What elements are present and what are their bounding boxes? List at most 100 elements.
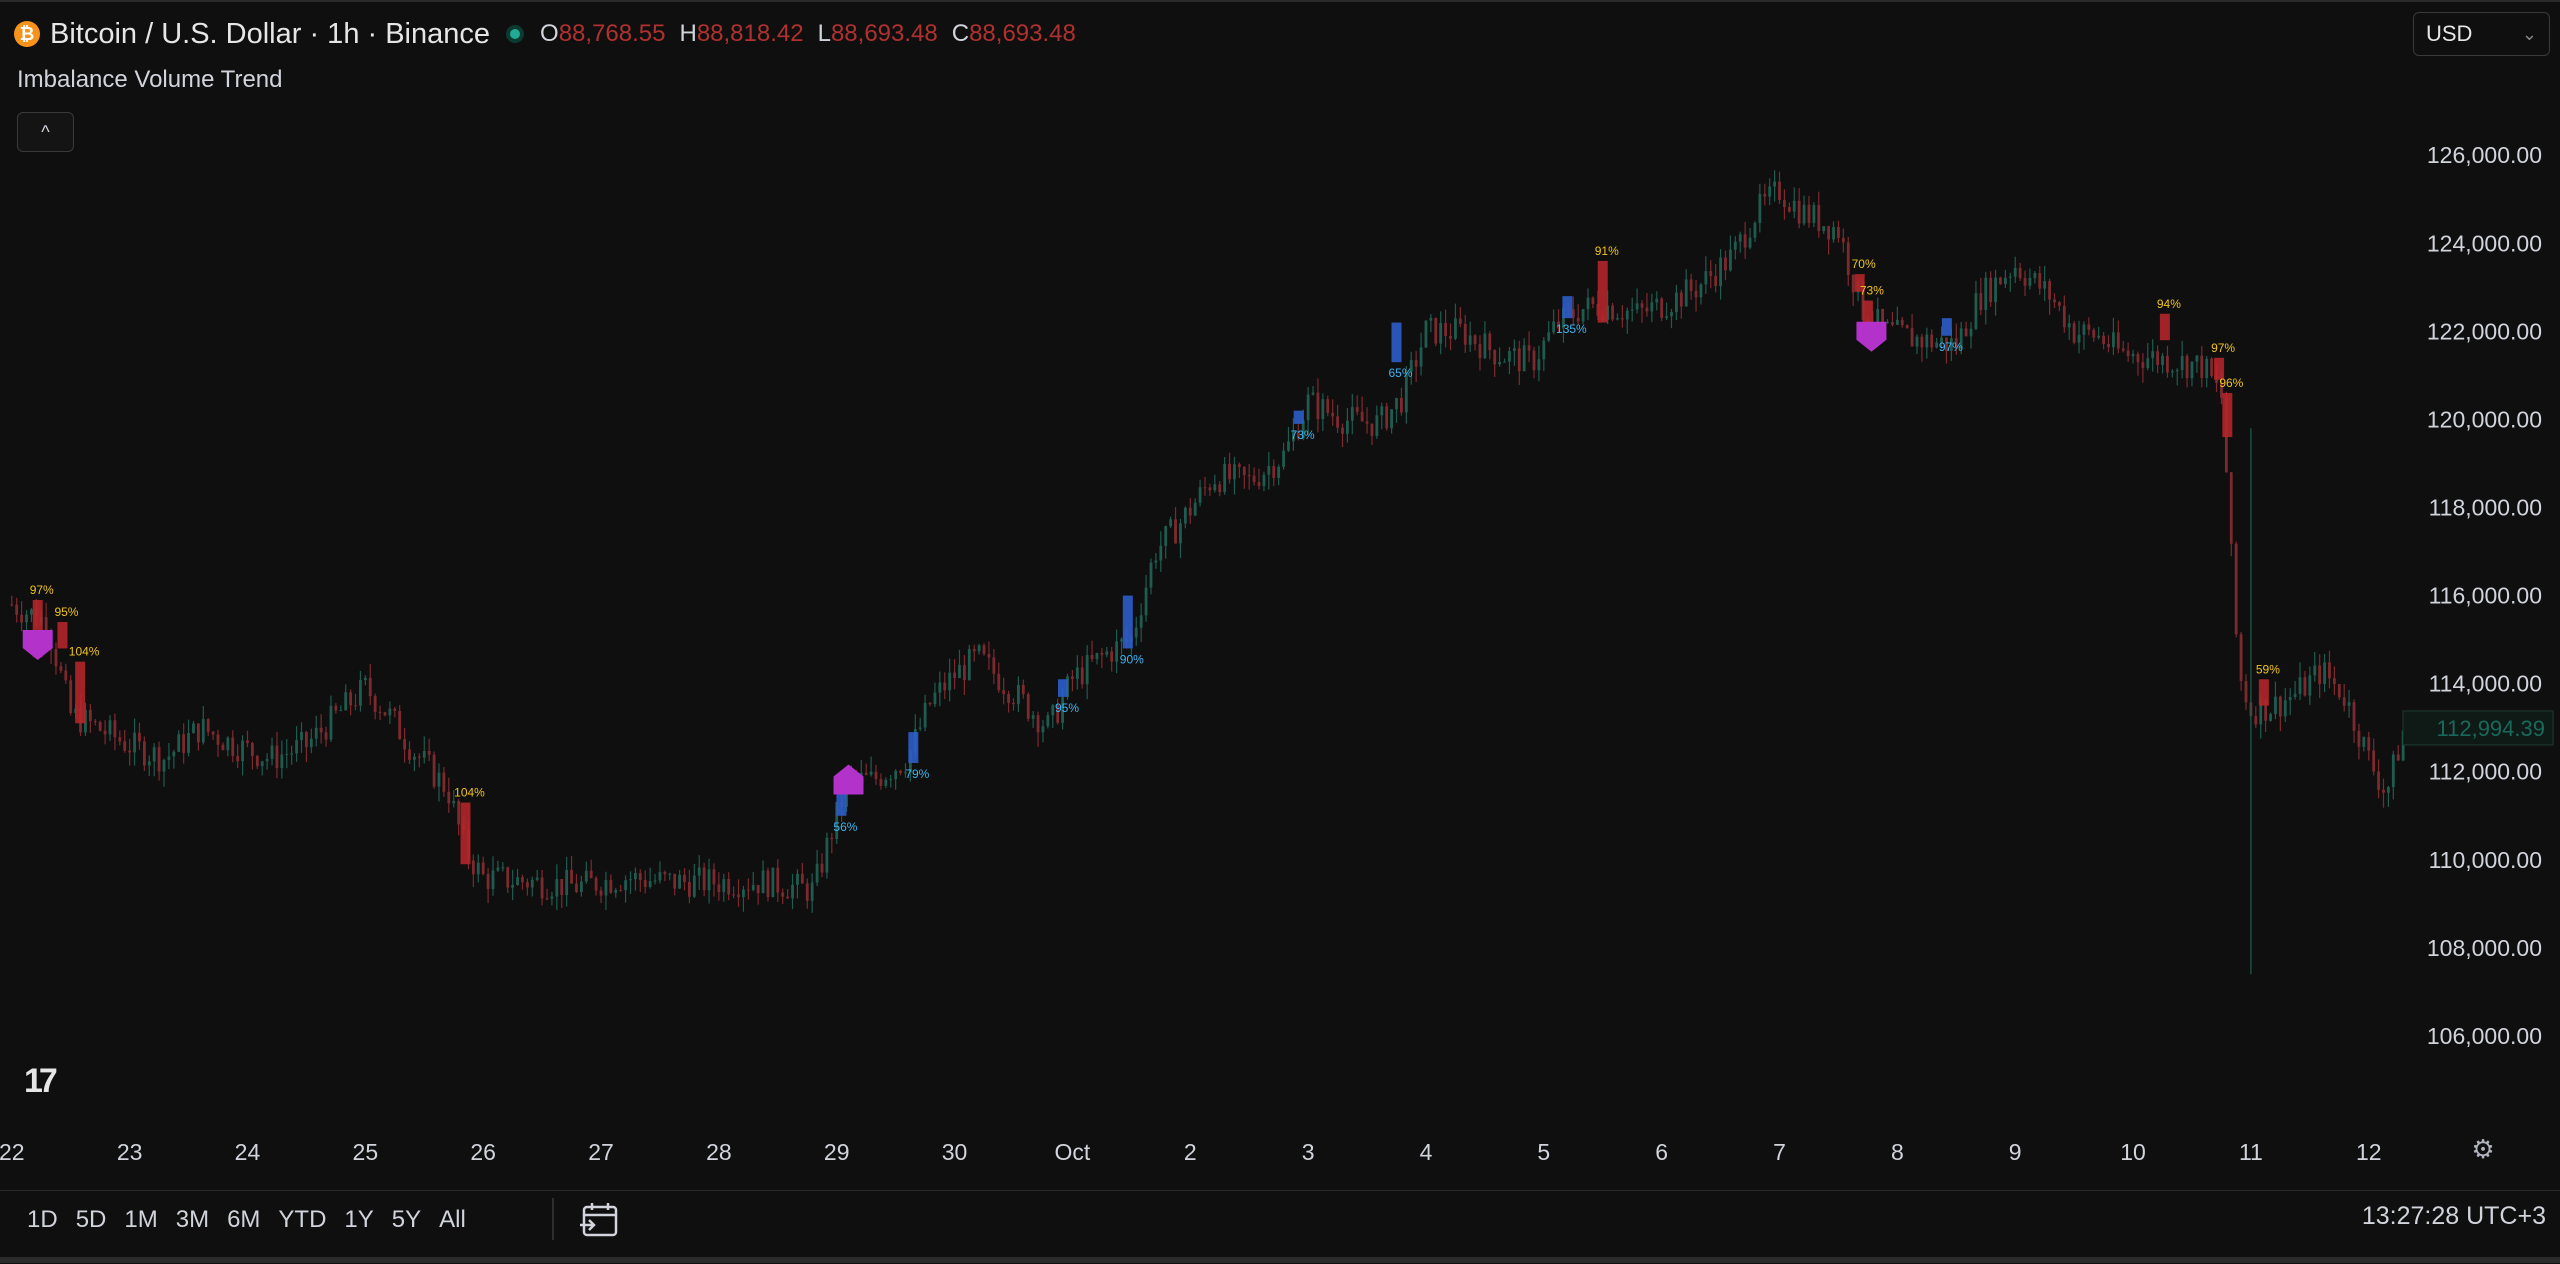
x-tick-label: 7 <box>1773 1139 1786 1165</box>
candle-body <box>1208 487 1212 491</box>
candle-body <box>2048 281 2051 300</box>
candle-body <box>1336 416 1339 428</box>
time-axis: 22 23 24 25 26 27 28 29 30 Oct 2 3 4 5 6 7 8 9 10 11 12 <box>0 1139 2382 1165</box>
candle-body <box>1154 560 1158 563</box>
tradingview-logo[interactable]: 17 <box>24 1062 58 1101</box>
range-1y-button[interactable]: 1Y <box>335 1206 382 1234</box>
candle-body <box>1021 685 1025 695</box>
candle-body <box>830 837 834 840</box>
candle-body <box>2200 355 2204 378</box>
candle-body <box>633 873 637 880</box>
collapse-indicators-button[interactable]: ^ <box>17 112 74 152</box>
candle-body <box>570 869 573 884</box>
candle-body <box>354 705 357 707</box>
candle-body <box>1684 279 1688 307</box>
candle-body <box>1080 667 1084 685</box>
y-tick-label: 112,000.00 <box>2429 759 2542 785</box>
candle-body <box>648 881 652 887</box>
candle-body <box>368 677 372 697</box>
candle-body <box>1439 323 1443 344</box>
clock-timezone[interactable]: 13:27:28 UTC+3 <box>2362 1202 2546 1231</box>
symbol-title[interactable]: Bitcoin / U.S. Dollar · 1h · Binance <box>50 18 490 51</box>
candle-body <box>1458 318 1462 324</box>
currency-select[interactable]: USD ⌄ <box>2413 12 2550 56</box>
y-tick-label: 118,000.00 <box>2429 495 2542 521</box>
candle-body <box>1508 351 1511 362</box>
candle-body <box>810 882 814 901</box>
go-to-date-calendar-icon[interactable] <box>578 1198 622 1242</box>
candle-body <box>1748 237 1752 248</box>
candle-body <box>1881 309 1885 323</box>
candle-body <box>786 896 790 899</box>
candle-body <box>2229 472 2233 544</box>
price-chart[interactable]: 97%95%104%104%56%79%95%90%73%65%135%91%7… <box>0 0 2560 1190</box>
candle-body <box>982 645 986 654</box>
indicator-name[interactable]: Imbalance Volume Trend <box>17 66 283 94</box>
candle-body <box>1100 653 1104 655</box>
candle-body <box>329 705 333 740</box>
signals-layer: 97%95%104%104%56%79%95%90%73%65%135%91%7… <box>30 244 2280 865</box>
candle-body <box>1655 298 1659 303</box>
candle-body <box>560 879 564 896</box>
candle-body <box>1169 519 1173 527</box>
candle-body <box>1527 345 1531 351</box>
candle-body <box>766 870 770 898</box>
y-tick-label: 116,000.00 <box>2429 583 2542 609</box>
settings-gear-icon[interactable]: ⚙ <box>2466 1132 2500 1166</box>
candle-body <box>2112 332 2115 348</box>
candle-body <box>1522 345 1526 372</box>
date-range-buttons: 1D 5D 1M 3M 6M YTD 1Y 5Y All <box>18 1200 475 1240</box>
candle-body <box>918 727 922 729</box>
candle-body <box>1213 484 1217 491</box>
range-ytd-button[interactable]: YTD <box>269 1206 335 1234</box>
candle-body <box>1449 335 1452 339</box>
candle-body <box>923 702 927 728</box>
candle-body <box>201 718 205 743</box>
candle-body <box>1203 487 1207 489</box>
candle-body <box>1537 359 1541 371</box>
bitcoin-icon[interactable]: ₿ <box>14 21 40 47</box>
range-5y-button[interactable]: 5Y <box>383 1206 430 1234</box>
candle-body <box>746 889 750 891</box>
candle-body <box>1395 397 1398 410</box>
candle-body <box>589 870 593 879</box>
candle-body <box>624 880 627 891</box>
candle-body <box>1846 242 1850 276</box>
candle-body <box>545 898 549 900</box>
range-all-button[interactable]: All <box>430 1206 475 1234</box>
candle-body <box>722 879 726 893</box>
candle-body <box>206 718 210 732</box>
candle-body <box>1704 271 1708 285</box>
market-status-icon[interactable] <box>506 25 525 43</box>
candle-body <box>1635 303 1639 310</box>
range-1m-button[interactable]: 1M <box>115 1206 166 1234</box>
candle-body <box>501 867 505 869</box>
candle-body <box>486 874 490 889</box>
range-3m-button[interactable]: 3M <box>167 1206 218 1234</box>
candle-body <box>1007 693 1010 703</box>
range-1d-button[interactable]: 1D <box>18 1206 67 1234</box>
candle-body <box>1581 309 1585 322</box>
currency-label: USD <box>2426 21 2473 46</box>
candle-body <box>2053 299 2056 303</box>
candle-body <box>471 860 475 875</box>
candle-body <box>413 756 416 760</box>
candle-body <box>1031 715 1035 719</box>
candle-body <box>1493 350 1497 365</box>
candle-body <box>619 890 623 892</box>
candle-body <box>2190 361 2194 379</box>
candle-body <box>1085 654 1089 685</box>
candle-body <box>157 747 161 772</box>
candle-body <box>1832 227 1835 240</box>
candle-body <box>324 732 328 740</box>
candle-body <box>2352 702 2356 731</box>
candle-body <box>2244 681 2248 703</box>
range-5d-button[interactable]: 5D <box>67 1206 116 1234</box>
candle-body <box>771 867 775 898</box>
x-tick-label: 24 <box>235 1139 261 1165</box>
range-6m-button[interactable]: 6M <box>218 1206 269 1234</box>
candle-body <box>565 869 569 896</box>
candle-body <box>339 710 343 712</box>
candle-body <box>1689 279 1693 291</box>
candle-body <box>1851 275 1855 293</box>
